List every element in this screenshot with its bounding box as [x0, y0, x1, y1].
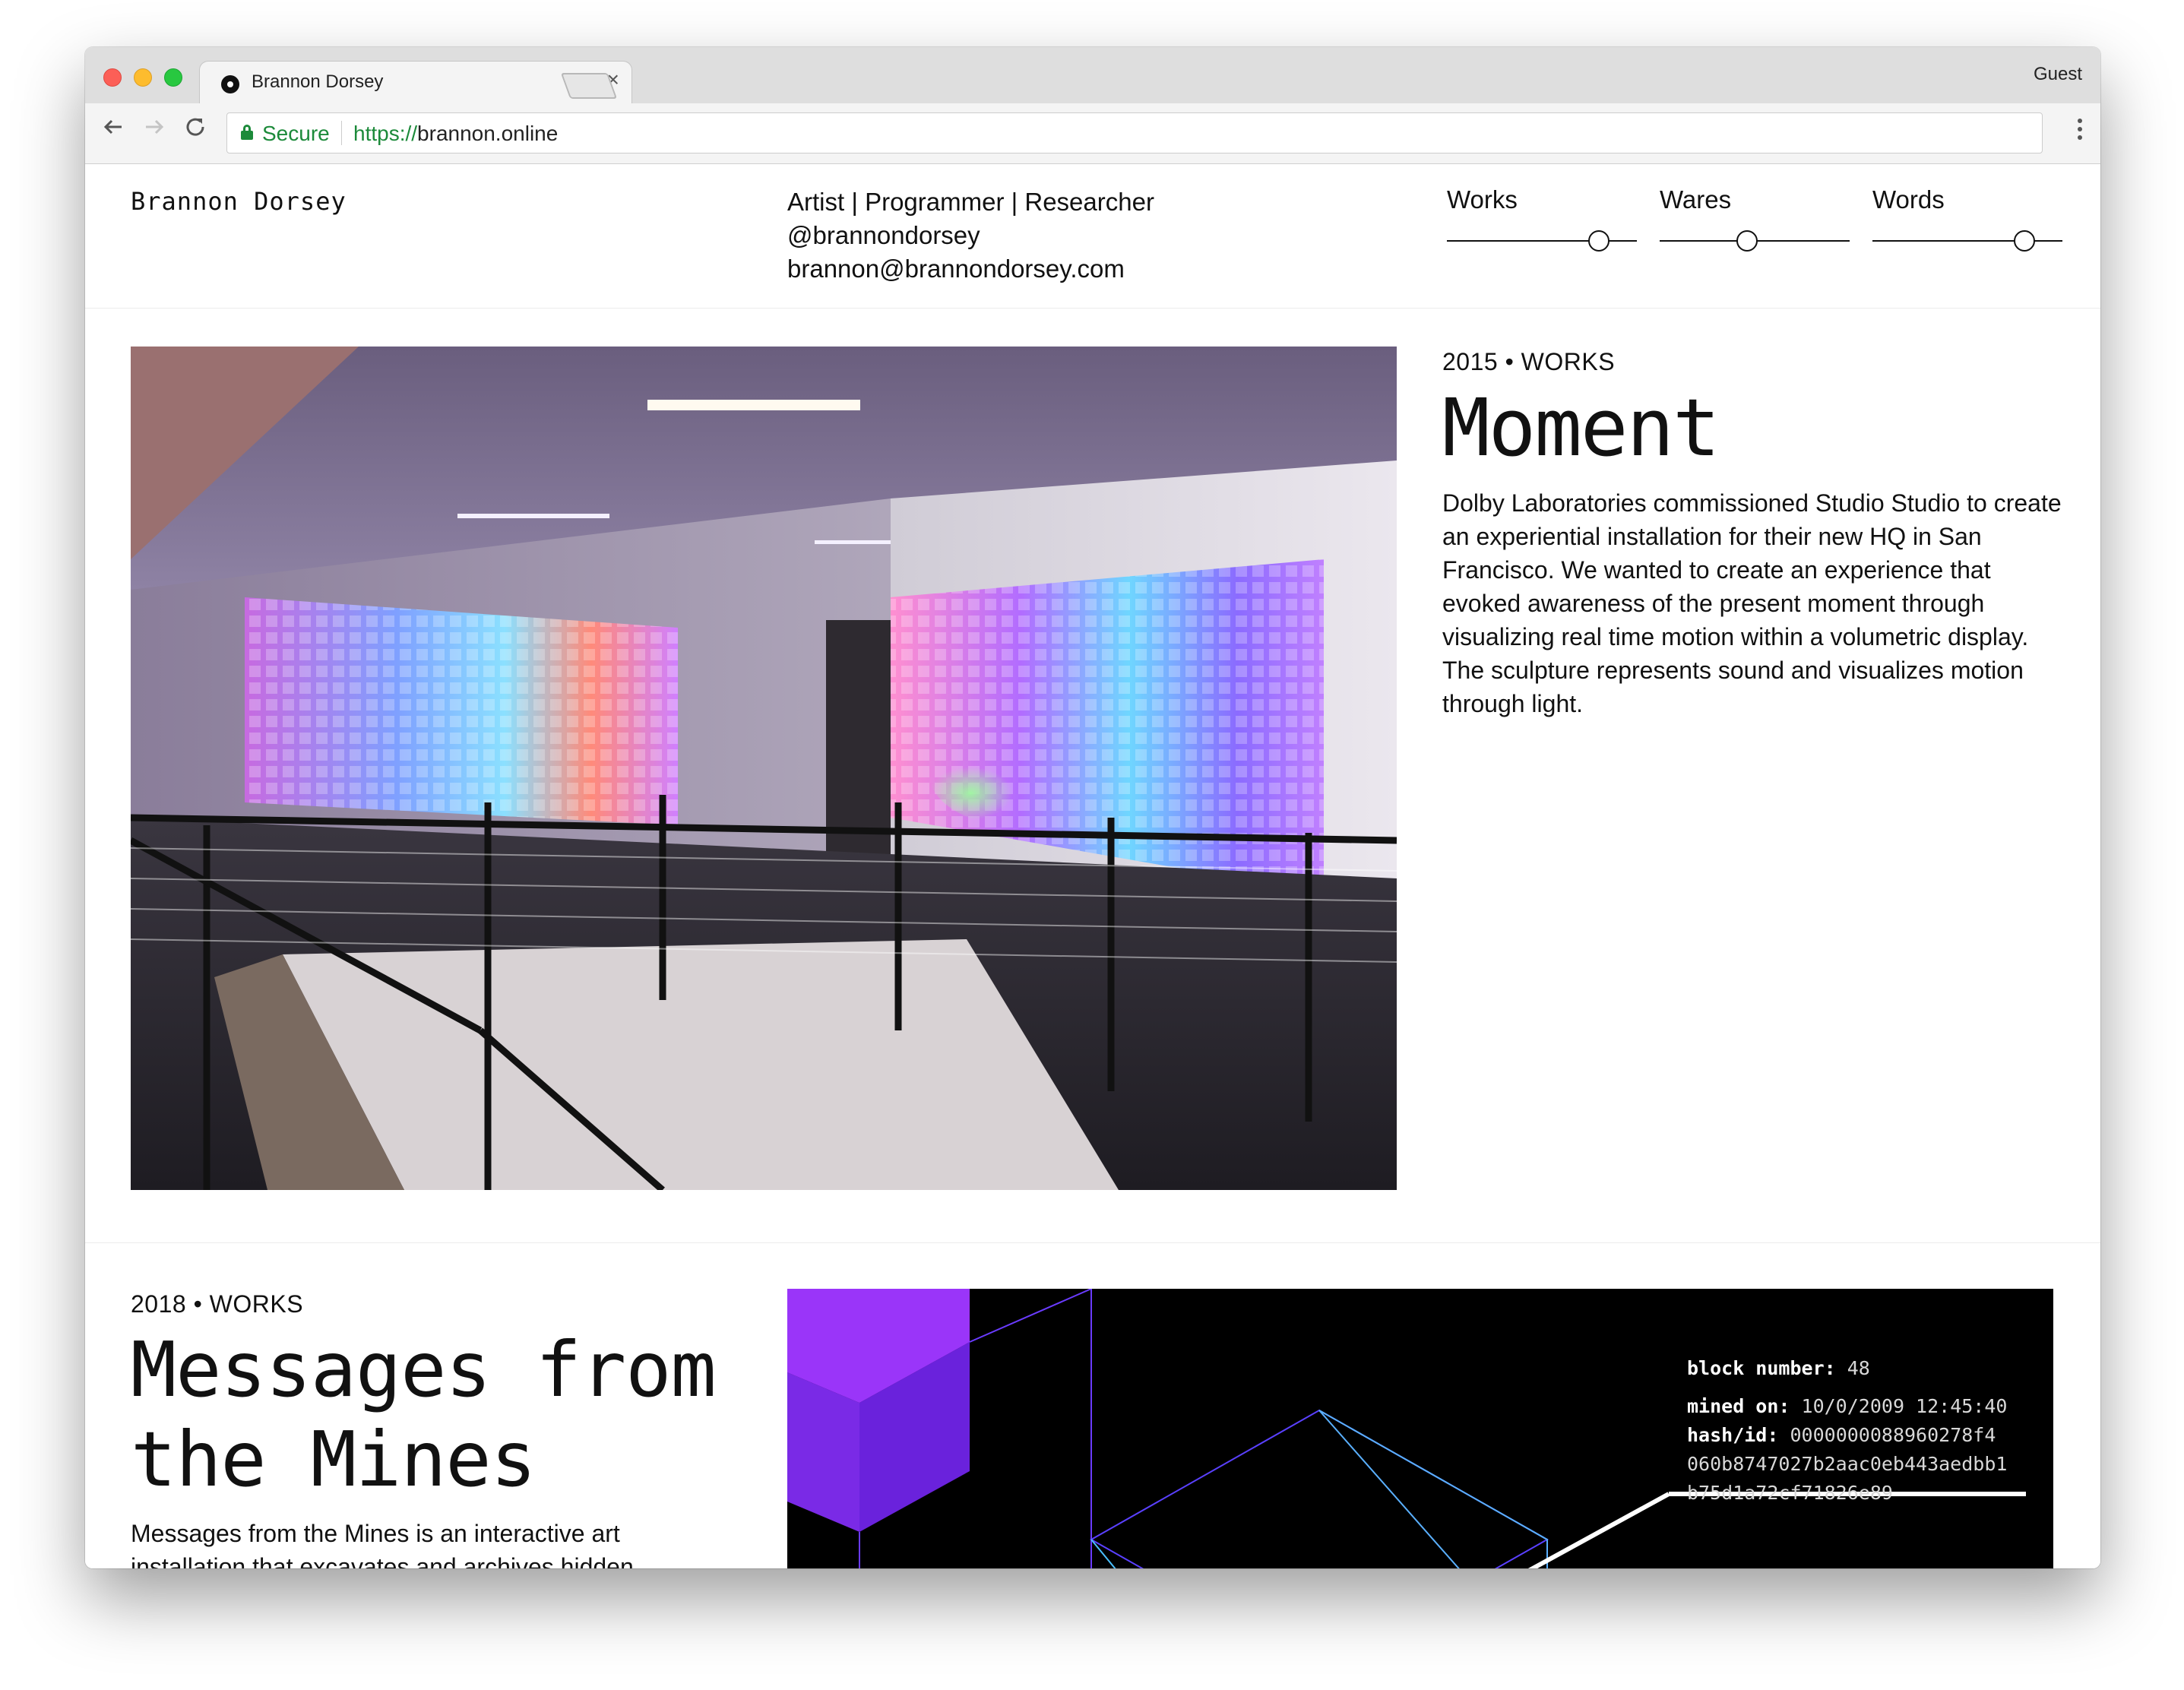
- work-description: Messages from the Mines is an interactiv…: [131, 1520, 634, 1568]
- filter-label: Words: [1872, 185, 1945, 214]
- maximize-window-button[interactable]: [164, 68, 182, 87]
- hash-line-3: b75d1a72cf71826e89: [1687, 1482, 1893, 1504]
- title-bar: Brannon Dorsey × Guest: [85, 47, 2100, 103]
- mined-on-row: mined on: 10/0/2009 12:45:40: [1687, 1392, 2007, 1421]
- wares-slider[interactable]: [1660, 229, 1850, 252]
- filter-label: Works: [1447, 185, 1518, 214]
- site-header: Brannon Dorsey Artist | Programmer | Res…: [85, 164, 2100, 309]
- work-meta: 2018 • WORKS: [131, 1290, 304, 1318]
- bio: Artist | Programmer | Researcher @branno…: [787, 185, 1154, 286]
- tab-title: Brannon Dorsey: [252, 71, 384, 92]
- mined-on-label: mined on:: [1687, 1395, 1790, 1417]
- filter-wares: Wares: [1660, 185, 1850, 252]
- work-title[interactable]: Moment: [1442, 381, 1720, 474]
- work-moment: 2015 • WORKS Moment Dolby Laboratories c…: [85, 309, 2100, 1243]
- page-content: Brannon Dorsey Artist | Programmer | Res…: [85, 164, 2100, 1568]
- slider-knob[interactable]: [2014, 230, 2035, 252]
- work-messages-from-the-mines: 2018 • WORKS Messages from the Mines Mes…: [85, 1243, 2100, 1568]
- lock-icon: [241, 125, 253, 140]
- reload-button[interactable]: [182, 114, 208, 144]
- mines-image[interactable]: block number: 48 mined on: 10/0/2009 12:…: [787, 1289, 2053, 1568]
- work-meta: 2015 • WORKS: [1442, 348, 1616, 375]
- favicon-icon: [221, 75, 239, 93]
- url-scheme: https://: [353, 122, 418, 145]
- window-controls: [103, 68, 182, 87]
- url-text[interactable]: https://brannon.online: [353, 122, 558, 146]
- installation-image: [131, 347, 1397, 1190]
- minimize-window-button[interactable]: [134, 68, 152, 87]
- browser-window: Brannon Dorsey × Guest Secure https://br…: [85, 47, 2100, 1568]
- arrow-right-icon: [146, 119, 164, 135]
- profile-button[interactable]: Guest: [2034, 64, 2082, 85]
- slider-knob[interactable]: [1588, 230, 1610, 252]
- slider-knob[interactable]: [1736, 230, 1758, 252]
- browser-menu-icon[interactable]: [2078, 119, 2082, 140]
- mined-on-value: 10/0/2009 12:45:40: [1801, 1395, 2008, 1417]
- new-tab-button[interactable]: [560, 73, 618, 99]
- filter-words: Words: [1872, 185, 2062, 252]
- url-divider: [341, 121, 342, 145]
- moment-photo[interactable]: [131, 347, 1397, 1190]
- filter-label: Wares: [1660, 185, 1732, 214]
- reload-icon: [186, 118, 204, 136]
- site-name[interactable]: Brannon Dorsey: [131, 187, 347, 216]
- close-window-button[interactable]: [103, 68, 122, 87]
- arrow-left-icon: [103, 119, 122, 135]
- browser-toolbar: Secure https://brannon.online: [85, 103, 2100, 164]
- bio-email[interactable]: brannon@brannondorsey.com: [787, 252, 1154, 286]
- works-slider[interactable]: [1447, 229, 1637, 252]
- hash-line-1: 0000000088960278f4: [1790, 1424, 1996, 1446]
- bio-handle[interactable]: @brannondorsey: [787, 219, 1154, 252]
- url-host: brannon.online: [417, 122, 559, 145]
- words-slider[interactable]: [1872, 229, 2062, 252]
- secure-label: Secure: [262, 122, 330, 145]
- block-number-value: 48: [1847, 1357, 1870, 1379]
- filter-works: Works: [1447, 185, 1637, 252]
- hash-row: hash/id: 0000000088960278f4: [1687, 1421, 2007, 1450]
- block-number-row: block number: 48: [1687, 1354, 2007, 1383]
- block-number-label: block number:: [1687, 1357, 1836, 1379]
- hash-label: hash/id:: [1687, 1424, 1779, 1446]
- work-title[interactable]: Messages from the Mines: [131, 1325, 754, 1505]
- back-button[interactable]: [100, 114, 126, 144]
- bio-roles: Artist | Programmer | Researcher: [787, 188, 1154, 216]
- block-info: block number: 48 mined on: 10/0/2009 12:…: [1687, 1354, 2007, 1508]
- forward-button[interactable]: [141, 114, 167, 144]
- work-description: Dolby Laboratories commissioned Studio S…: [1442, 489, 2062, 717]
- hash-line-2: 060b8747027b2aac0eb443aedbb1: [1687, 1453, 2008, 1475]
- address-bar[interactable]: Secure https://brannon.online: [226, 112, 2043, 153]
